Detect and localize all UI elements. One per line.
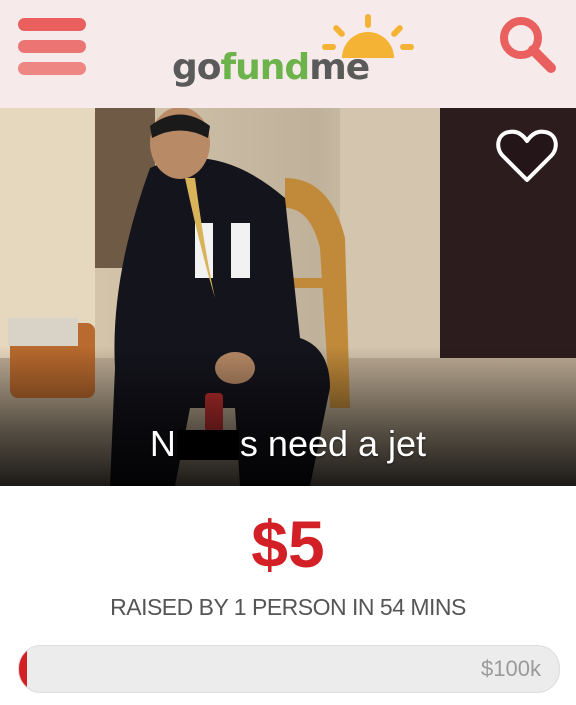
- search-button[interactable]: [495, 12, 559, 76]
- raised-info: RAISED BY 1 PERSON IN 54 MINS: [110, 594, 466, 620]
- censor-bar: [176, 430, 239, 460]
- search-icon: [500, 17, 556, 73]
- campaign-title-prefix: N: [149, 423, 176, 464]
- menu-bar-top: [18, 18, 86, 31]
- menu-button[interactable]: [18, 18, 88, 78]
- goal-progress-bar: $100k: [18, 645, 560, 693]
- logo-wordmark: gofundme: [172, 47, 370, 88]
- logo-me: me: [309, 47, 370, 88]
- campaign-title-suffix: s need a jet: [239, 423, 427, 464]
- goal-amount: $100k: [481, 656, 541, 681]
- gofundme-logo[interactable]: gofundme: [172, 14, 414, 94]
- amount-raised: $5: [251, 507, 325, 581]
- logo-fund: fund: [220, 47, 311, 88]
- heart-icon: [496, 129, 558, 182]
- progress-fill: [19, 646, 27, 692]
- menu-bar-bottom: [18, 62, 86, 75]
- top-app-bar: gofundme: [0, 0, 576, 109]
- logo-go: go: [172, 47, 222, 88]
- favorite-button[interactable]: [496, 128, 558, 184]
- campaign-title: Ns need a jet: [0, 422, 576, 466]
- campaign-hero-image[interactable]: Ns need a jet: [0, 108, 576, 486]
- menu-bar-middle: [18, 40, 86, 53]
